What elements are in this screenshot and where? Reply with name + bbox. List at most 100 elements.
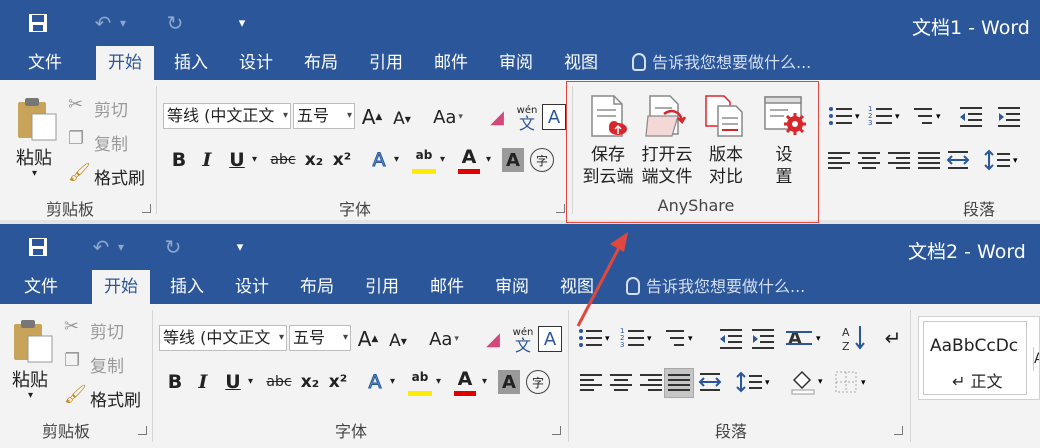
align-center-icon[interactable] [610,374,632,392]
subscript-button[interactable]: x₂ [302,147,326,173]
tab-insert[interactable]: 插入 [158,270,216,304]
tab-home[interactable]: 开始 [96,46,154,80]
numbering-icon[interactable]: 1 2 3 ▾ [868,104,902,128]
align-right-icon[interactable] [888,152,910,170]
show-formatting-icon[interactable]: ↵ [880,324,906,352]
change-case-button[interactable]: Aa ▾ [428,104,468,130]
asian-layout-icon[interactable]: A ▾ [786,326,826,350]
sort-icon[interactable]: AZ [842,324,868,353]
font-family-select[interactable]: 等线 (中文正文 ▾ [159,325,287,351]
cut-button[interactable]: 剪切 [94,96,128,121]
save-icon[interactable] [24,234,52,260]
tab-references[interactable]: 引用 [357,46,415,80]
font-color-icon[interactable]: A [452,368,478,396]
style-next-preview[interactable]: A [1033,347,1039,371]
distributed-icon[interactable] [946,148,970,172]
format-painter-button[interactable]: 格式刷 [94,164,145,189]
highlight-icon[interactable]: ab [410,148,438,174]
superscript-button[interactable]: x² [330,147,354,173]
redo-icon[interactable]: ↻ [162,10,188,36]
clear-formatting-icon[interactable]: ◢ [480,326,506,352]
tab-design[interactable]: 设计 [227,46,285,80]
tab-layout[interactable]: 布局 [292,46,350,80]
subscript-button[interactable]: x₂ [298,369,322,395]
enclose-characters-icon[interactable]: 字 [530,148,554,172]
multilevel-list-icon[interactable]: ▾ [662,326,696,350]
text-effects-icon[interactable]: A [364,369,386,395]
tab-layout[interactable]: 布局 [288,270,346,304]
paste-icon[interactable] [12,318,54,364]
redo-icon[interactable]: ↻ [160,234,186,260]
italic-button[interactable]: I [196,147,218,173]
customize-qat-icon[interactable]: ▾ [230,234,250,260]
phonetic-guide-icon[interactable]: wén 文 [510,324,536,354]
text-effects-dropdown-icon[interactable]: ▾ [394,154,399,165]
font-color-dropdown-icon[interactable]: ▾ [482,376,487,387]
character-border-icon[interactable]: A [538,326,562,352]
undo-icon[interactable]: ↶ [88,234,114,260]
character-border-icon[interactable]: A [542,104,566,130]
highlight-icon[interactable]: ab [406,370,434,396]
cut-button[interactable]: 剪切 [90,318,124,343]
copy-button[interactable]: 复制 [90,352,124,377]
increase-indent-icon[interactable] [996,104,1022,128]
grow-font-icon[interactable]: A ▲ [360,104,384,130]
shading-icon[interactable]: ▾ [790,368,828,396]
format-painter-button[interactable]: 格式刷 [90,386,141,411]
paste-button[interactable]: 粘贴 [12,366,48,392]
borders-icon[interactable]: ▾ [834,370,872,394]
undo-dropdown-icon[interactable]: ▾ [116,10,130,36]
tab-view[interactable]: 视图 [552,46,610,80]
copy-button[interactable]: 复制 [94,130,128,155]
tab-references[interactable]: 引用 [353,270,411,304]
customize-qat-icon[interactable]: ▾ [232,10,252,36]
underline-dropdown-icon[interactable]: ▾ [248,376,253,387]
underline-button[interactable]: U [222,369,244,395]
tab-insert[interactable]: 插入 [162,46,220,80]
tell-me-search[interactable]: 告诉我您想要做什么... [626,270,805,304]
tell-me-search[interactable]: 告诉我您想要做什么... [632,46,811,80]
phonetic-guide-icon[interactable]: wén 文 [514,102,540,132]
change-case-button[interactable]: Aa ▾ [424,326,464,352]
increase-indent-icon[interactable] [750,326,776,350]
superscript-button[interactable]: x² [326,369,350,395]
justify-icon[interactable] [918,152,940,170]
undo-dropdown-icon[interactable]: ▾ [114,234,128,260]
paste-dropdown-icon[interactable]: ▾ [32,168,37,179]
highlight-dropdown-icon[interactable]: ▾ [440,154,445,165]
font-color-dropdown-icon[interactable]: ▾ [486,154,491,165]
tab-file[interactable]: 文件 [16,46,74,80]
tab-design[interactable]: 设计 [223,270,281,304]
tab-mailings[interactable]: 邮件 [418,270,476,304]
decrease-indent-icon[interactable] [958,104,984,128]
paragraph-launcher-icon[interactable] [894,426,903,435]
distributed-icon[interactable] [698,370,722,394]
strikethrough-button[interactable]: abc [264,369,294,395]
paste-button[interactable]: 粘贴 [16,144,52,170]
align-right-icon[interactable] [640,374,662,392]
tab-review[interactable]: 审阅 [483,270,541,304]
decrease-indent-icon[interactable] [718,326,744,350]
underline-button[interactable]: U [226,147,248,173]
highlight-dropdown-icon[interactable]: ▾ [436,376,441,387]
tab-home[interactable]: 开始 [92,270,150,304]
bold-button[interactable]: B [164,369,186,395]
clear-formatting-icon[interactable]: ◢ [484,104,510,130]
paste-dropdown-icon[interactable]: ▾ [28,390,33,401]
line-spacing-icon[interactable]: ▾ [736,370,776,394]
shrink-font-icon[interactable]: A ▼ [386,328,410,354]
align-center-icon[interactable] [858,152,880,170]
tab-mailings[interactable]: 邮件 [422,46,480,80]
font-launcher-icon[interactable] [552,426,561,435]
font-family-select[interactable]: 等线 (中文正文 ▾ [163,103,291,129]
text-effects-dropdown-icon[interactable]: ▾ [390,376,395,387]
strikethrough-button[interactable]: abc [268,147,298,173]
save-icon[interactable] [24,10,52,36]
align-left-icon[interactable] [828,152,850,170]
clipboard-launcher-icon[interactable] [138,426,147,435]
text-effects-icon[interactable]: A [368,147,390,173]
italic-button[interactable]: I [192,369,214,395]
multilevel-list-icon[interactable]: ▾ [910,104,944,128]
shrink-font-icon[interactable]: A ▼ [390,106,414,132]
font-launcher-icon[interactable] [556,204,565,213]
